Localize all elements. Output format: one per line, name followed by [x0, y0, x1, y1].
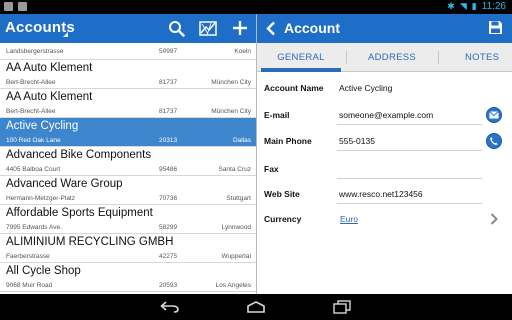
- fax-row: Fax: [257, 160, 512, 182]
- list-item-city: Los Angeles: [215, 282, 251, 289]
- web-site-row: Web Site www.resco.net123456: [257, 185, 512, 207]
- list-item-street: 100 Red Oak Lane: [6, 137, 61, 144]
- list-item-city: Wuppertal: [221, 253, 251, 260]
- account-action-bar: Account: [257, 14, 512, 43]
- recents-nav-icon[interactable]: [330, 299, 354, 315]
- main-phone-label: Main Phone: [264, 136, 312, 146]
- email-field[interactable]: someone@example.com: [339, 110, 433, 120]
- list-item-zip: 70736: [159, 195, 178, 202]
- list-item-city: Dallas: [232, 137, 251, 144]
- list-item-zip: 20593: [159, 282, 178, 289]
- accounts-list: Landsbergerstrasse 50997 Koeln AA Auto K…: [0, 43, 256, 292]
- list-item-street: Hermann-Metzger-Platz: [6, 195, 75, 202]
- account-detail-pane: Account GENERAL ADDRESS NOTES Account Na…: [257, 14, 512, 294]
- list-item-street: Bert-Brecht-Allee: [6, 108, 56, 115]
- list-item-name: Active Cycling: [6, 120, 79, 132]
- list-item-street: 9068 Muir Road: [6, 282, 53, 289]
- chevron-right-icon[interactable]: [490, 212, 498, 230]
- list-item-name: Advanced Ware Group: [6, 178, 123, 190]
- email-row: E-mail someone@example.com: [257, 106, 512, 128]
- list-item-zip: 20313: [159, 137, 178, 144]
- list-item-zip: 81737: [159, 108, 178, 115]
- web-site-label: Web Site: [264, 189, 300, 199]
- list-item-selected[interactable]: Active Cycling 100 Red Oak Lane 20313 Da…: [0, 118, 256, 147]
- list-item-zip: 95486: [159, 166, 178, 173]
- list-item-name: ALIMINIUM RECYCLING GMBH: [6, 236, 174, 248]
- notification-icon: [4, 2, 13, 11]
- back-chevron-icon[interactable]: [265, 21, 277, 41]
- list-item[interactable]: All Cycle Shop 9068 Muir Road 20593 Los …: [0, 263, 256, 292]
- navigation-bar: [0, 294, 512, 320]
- web-site-field[interactable]: www.resco.net123456: [339, 189, 423, 199]
- tab-general[interactable]: GENERAL: [257, 43, 345, 72]
- list-item-street: 7995 Edwards Ave.: [6, 224, 62, 231]
- list-item-name: Affordable Sports Equipment: [6, 207, 153, 219]
- list-item-street: 4405 Balboa Court: [6, 166, 61, 173]
- home-nav-icon[interactable]: [244, 299, 268, 315]
- main-phone-underline: [337, 150, 482, 151]
- save-icon[interactable]: [488, 20, 503, 40]
- email-icon[interactable]: [486, 107, 502, 123]
- accounts-action-bar: Accounts: [0, 14, 256, 43]
- search-icon[interactable]: [166, 18, 186, 38]
- add-icon[interactable]: [230, 18, 250, 38]
- email-underline: [337, 124, 482, 125]
- main-phone-row: Main Phone 555-0135: [257, 132, 512, 154]
- list-item-street: Bert-Brecht-Allee: [6, 79, 56, 86]
- list-item-zip: 42275: [159, 253, 178, 260]
- currency-link[interactable]: Euro: [340, 214, 358, 224]
- list-item-city: Stuttgart: [226, 195, 251, 202]
- detail-tabs: GENERAL ADDRESS NOTES: [257, 43, 512, 72]
- list-item-city: München City: [211, 108, 251, 115]
- notification-icons: [4, 2, 27, 11]
- list-item[interactable]: Advanced Ware Group Hermann-Metzger-Plat…: [0, 176, 256, 205]
- list-item-zip: 81737: [159, 79, 178, 86]
- list-item-city: München City: [211, 79, 251, 86]
- account-name-row: Account Name Active Cycling: [257, 80, 512, 100]
- list-item-city: Santa Cruz: [218, 166, 251, 173]
- clock: 11:26: [481, 1, 506, 12]
- map-icon[interactable]: [198, 18, 218, 38]
- email-label: E-mail: [264, 110, 290, 120]
- list-item-name: All Cycle Shop: [6, 265, 81, 277]
- status-bar: ✱ ◥ ▮ 11:26: [0, 0, 512, 14]
- list-item-street: Faerberstrasse: [6, 253, 50, 260]
- tab-notes[interactable]: NOTES: [439, 43, 512, 72]
- list-item-city: Lynnwood: [221, 224, 251, 231]
- web-site-underline: [337, 203, 482, 204]
- main-phone-field[interactable]: 555-0135: [339, 136, 375, 146]
- bluetooth-icon: ✱: [447, 1, 455, 11]
- battery-icon: ▮: [471, 1, 477, 11]
- dropdown-caret-icon: [63, 32, 68, 37]
- list-item[interactable]: Affordable Sports Equipment 7995 Edwards…: [0, 205, 256, 234]
- wifi-icon: ◥: [459, 1, 467, 11]
- notification-icon: [18, 2, 27, 11]
- list-item-name: AA Auto Klement: [6, 91, 93, 103]
- list-item-zip: 58299: [159, 224, 178, 231]
- list-item-street: Landsbergerstrasse: [6, 48, 64, 55]
- phone-icon[interactable]: [486, 133, 502, 149]
- fax-underline: [337, 178, 482, 179]
- list-item[interactable]: Landsbergerstrasse 50997 Koeln: [0, 43, 256, 60]
- list-item-name: Advanced Bike Components: [6, 149, 152, 161]
- list-item-city: Koeln: [234, 48, 251, 55]
- list-item[interactable]: ALIMINIUM RECYCLING GMBH Faerberstrasse …: [0, 234, 256, 263]
- list-item[interactable]: AA Auto Klement Bert-Brecht-Allee 81737 …: [0, 60, 256, 89]
- list-item-name: AA Auto Klement: [6, 62, 93, 74]
- accounts-list-pane: Accounts Landsbergerstrasse 50997 Koeln …: [0, 14, 256, 294]
- currency-row[interactable]: Currency Euro: [257, 210, 512, 232]
- tab-address[interactable]: ADDRESS: [347, 43, 437, 72]
- account-name-label: Account Name: [264, 83, 324, 93]
- back-nav-icon[interactable]: [158, 299, 182, 315]
- fax-label: Fax: [264, 164, 279, 174]
- list-item[interactable]: AA Auto Klement Bert-Brecht-Allee 81737 …: [0, 89, 256, 118]
- account-name-field[interactable]: Active Cycling: [339, 83, 392, 93]
- detail-title: Account: [284, 20, 340, 36]
- list-item-zip: 50997: [159, 48, 178, 55]
- list-item[interactable]: Advanced Bike Components 4405 Balboa Cou…: [0, 147, 256, 176]
- currency-label: Currency: [264, 214, 302, 224]
